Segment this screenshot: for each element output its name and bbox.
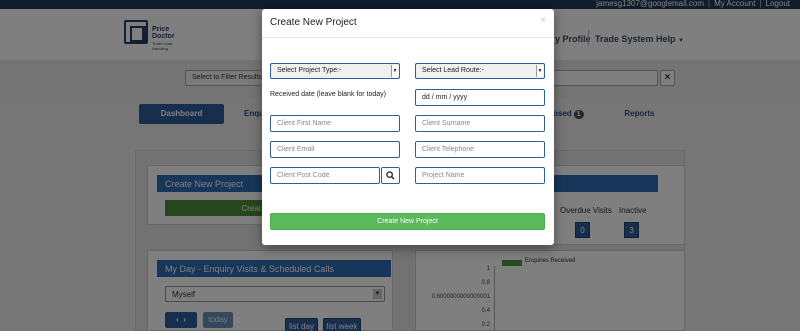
received-date-input[interactable]: dd / mm / yyyy [415,89,545,106]
chevron-down-icon: ▼ [536,65,543,77]
client-post-code-input[interactable]: Client Post Code [270,167,380,184]
search-icon [386,171,395,180]
client-telephone-input[interactable]: Client Telephone [415,141,545,158]
client-surname-input[interactable]: Client Surname [415,115,545,132]
client-email-input[interactable]: Client Email [270,141,400,158]
project-name-input[interactable]: Project Name [415,167,545,184]
close-icon[interactable]: × [540,15,546,26]
project-type-select[interactable]: Select Project Type:- ▼ [270,63,400,79]
lead-route-select[interactable]: Select Lead Route:- ▼ [415,63,545,79]
client-first-name-input[interactable]: Client First Name [270,115,400,132]
received-date-label: Received date (leave blank for today) [270,91,386,98]
postcode-search-button[interactable] [381,167,400,184]
modal-divider [262,37,554,38]
modal-title: Create New Project [270,17,357,28]
create-new-project-button[interactable]: Create New Project [270,213,545,230]
chevron-down-icon: ▼ [391,65,398,77]
